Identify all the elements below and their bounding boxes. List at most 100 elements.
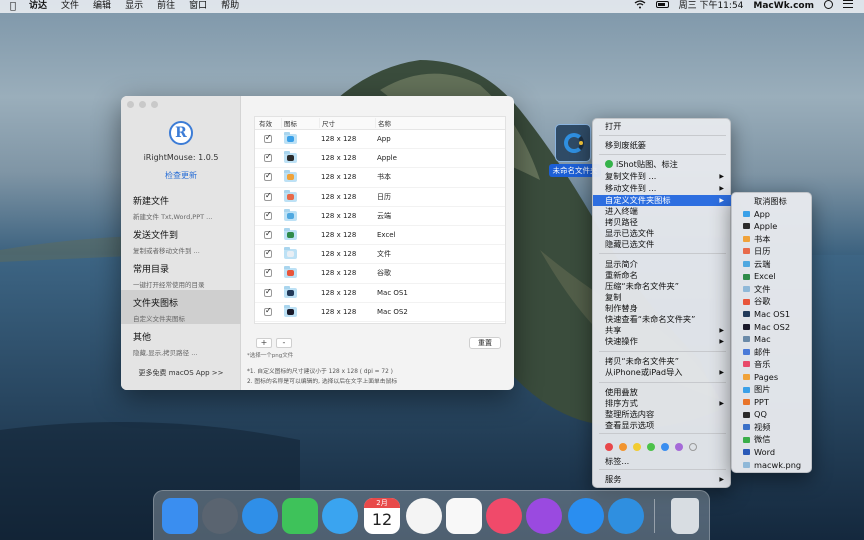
battery-icon[interactable]: [651, 0, 674, 13]
context-menu-item[interactable]: 快速操作 ▶: [593, 336, 732, 347]
enabled-checkbox[interactable]: [264, 248, 272, 259]
enabled-checkbox[interactable]: [264, 133, 272, 144]
table-row[interactable]: 128 x 128 Mac OS1: [255, 284, 505, 303]
context-menu-item[interactable]: 显示简介: [593, 259, 732, 270]
context-menu-item[interactable]: 从iPhone或iPad导入 ▶: [593, 367, 732, 378]
submenu-item[interactable]: 图片: [732, 383, 813, 396]
enabled-checkbox[interactable]: [264, 229, 272, 240]
check-update-link[interactable]: 检查更新: [121, 170, 241, 181]
enabled-checkbox[interactable]: [264, 171, 272, 182]
context-menu-item[interactable]: 重新命名: [593, 270, 732, 281]
name-cell[interactable]: Apple: [375, 154, 505, 162]
zoom-window-button[interactable]: [151, 101, 158, 108]
photos-dock-icon[interactable]: [406, 498, 442, 534]
submenu-item[interactable]: 音乐: [732, 358, 813, 371]
context-menu-item[interactable]: 复制: [593, 292, 732, 303]
table-row[interactable]: 128 x 128 Excel: [255, 226, 505, 246]
context-menu-item[interactable]: 移动文件到 ... ▶: [593, 183, 732, 194]
name-cell[interactable]: 云端: [375, 211, 505, 221]
table-row[interactable]: 128 x 128 文件: [255, 245, 505, 265]
menu-finder[interactable]: 访达: [22, 0, 54, 13]
menu-edit[interactable]: 编辑: [86, 0, 118, 13]
submenu-item[interactable]: QQ: [732, 408, 813, 421]
submenu-item[interactable]: macwk.png: [732, 459, 813, 472]
reset-button[interactable]: 重置: [469, 337, 501, 349]
music-dock-icon[interactable]: [486, 498, 522, 534]
name-cell[interactable]: 谷歌: [375, 268, 505, 278]
header-enabled[interactable]: 有效: [255, 118, 281, 128]
menu-go[interactable]: 前往: [150, 0, 182, 13]
table-row[interactable]: 128 x 128 日历: [255, 188, 505, 207]
sidebar-item-new-file[interactable]: 新建文件 新建文件 Txt,Word,PPT ...: [121, 188, 241, 222]
minimize-window-button[interactable]: [139, 101, 146, 108]
more-apps-link[interactable]: 更多免费 macOS App >>: [121, 368, 241, 378]
name-cell[interactable]: Excel: [375, 231, 505, 239]
submenu-item[interactable]: Mac OS1: [732, 308, 813, 321]
submenu-item[interactable]: Mac: [732, 333, 813, 346]
context-menu-item[interactable]: 服务 ▶: [593, 474, 732, 485]
name-cell[interactable]: 文件: [375, 249, 505, 259]
irightmouse-dock-icon[interactable]: [608, 498, 644, 534]
wifi-icon[interactable]: [629, 0, 651, 14]
context-menu-item[interactable]: iShot贴图、标注: [593, 159, 732, 170]
table-row[interactable]: 128 x 128 书本: [255, 168, 505, 188]
enabled-checkbox[interactable]: [264, 287, 272, 297]
submenu-item[interactable]: 云端: [732, 258, 813, 271]
submenu-item[interactable]: 书本: [732, 233, 813, 246]
table-row[interactable]: 128 x 128 云端: [255, 207, 505, 226]
apple-menu-icon[interactable]: : [0, 0, 22, 13]
tag-color-dot[interactable]: [619, 443, 627, 451]
tag-color-dot[interactable]: [605, 443, 613, 451]
context-menu-item[interactable]: 使用叠放: [593, 387, 732, 398]
header-name[interactable]: 名称: [375, 118, 505, 128]
submenu-item[interactable]: Word: [732, 446, 813, 459]
facetime-dock-icon[interactable]: [282, 498, 318, 534]
table-row[interactable]: 128 x 128 Mac OS2: [255, 303, 505, 322]
reminders-dock-icon[interactable]: [446, 498, 482, 534]
menu-help[interactable]: 帮助: [214, 0, 246, 13]
trash-dock-icon[interactable]: [671, 498, 699, 534]
submenu-item[interactable]: 文件: [732, 283, 813, 296]
messages-dock-icon[interactable]: [322, 498, 358, 534]
tag-color-dot[interactable]: [689, 443, 697, 451]
podcasts-dock-icon[interactable]: [526, 498, 562, 534]
context-menu-item[interactable]: 快速查看“未命名文件夹”: [593, 314, 732, 325]
notification-center-icon[interactable]: [838, 0, 858, 13]
close-window-button[interactable]: [127, 101, 134, 108]
submenu-item[interactable]: Excel: [732, 270, 813, 283]
spotlight-search-icon[interactable]: [819, 0, 838, 14]
submenu-item[interactable]: 邮件: [732, 346, 813, 359]
menu-view[interactable]: 显示: [118, 0, 150, 13]
submenu-item[interactable]: Apple: [732, 220, 813, 233]
tag-color-dot[interactable]: [661, 443, 669, 451]
tag-color-dot[interactable]: [647, 443, 655, 451]
context-menu-item[interactable]: 制作替身: [593, 303, 732, 314]
tag-color-dot[interactable]: [633, 443, 641, 451]
context-menu-item[interactable]: 查看显示选项: [593, 420, 732, 431]
submenu-item[interactable]: 谷歌: [732, 295, 813, 308]
name-cell[interactable]: Mac OS2: [375, 308, 505, 316]
submenu-item[interactable]: 取消图标: [732, 195, 813, 208]
add-icon-button[interactable]: +: [256, 338, 272, 348]
menubar-site[interactable]: MacWk.com: [748, 0, 819, 13]
name-cell[interactable]: Mac OS1: [375, 289, 505, 297]
context-menu-item[interactable]: 排序方式 ▶: [593, 398, 732, 409]
finder-dock-icon[interactable]: [162, 498, 198, 534]
submenu-item[interactable]: 微信: [732, 433, 813, 446]
context-menu-item[interactable]: 移到废纸篓: [593, 140, 732, 151]
submenu-item[interactable]: App: [732, 208, 813, 221]
context-menu-item[interactable]: 标签...: [593, 456, 732, 467]
context-menu-item[interactable]: 整理所选内容: [593, 409, 732, 420]
sidebar-item-other[interactable]: 其他 隐藏,显示,拷贝路径 ...: [121, 324, 241, 358]
context-menu-item[interactable]: 自定义文件夹图标 ▶: [593, 195, 732, 206]
submenu-item[interactable]: PPT: [732, 396, 813, 409]
launchpad-dock-icon[interactable]: [202, 498, 238, 534]
context-menu-item[interactable]: 打开: [593, 121, 732, 132]
enabled-checkbox[interactable]: [264, 191, 272, 201]
context-menu-item[interactable]: 拷贝“未命名文件夹”: [593, 356, 732, 367]
context-menu-item[interactable]: 隐藏已选文件: [593, 239, 732, 250]
sidebar-item-send-file[interactable]: 发送文件到 复制或者移动文件到 ...: [121, 222, 241, 256]
remove-icon-button[interactable]: -: [276, 338, 292, 348]
context-menu-item[interactable]: 复制文件到 ... ▶: [593, 171, 732, 182]
tag-color-dot[interactable]: [675, 443, 683, 451]
